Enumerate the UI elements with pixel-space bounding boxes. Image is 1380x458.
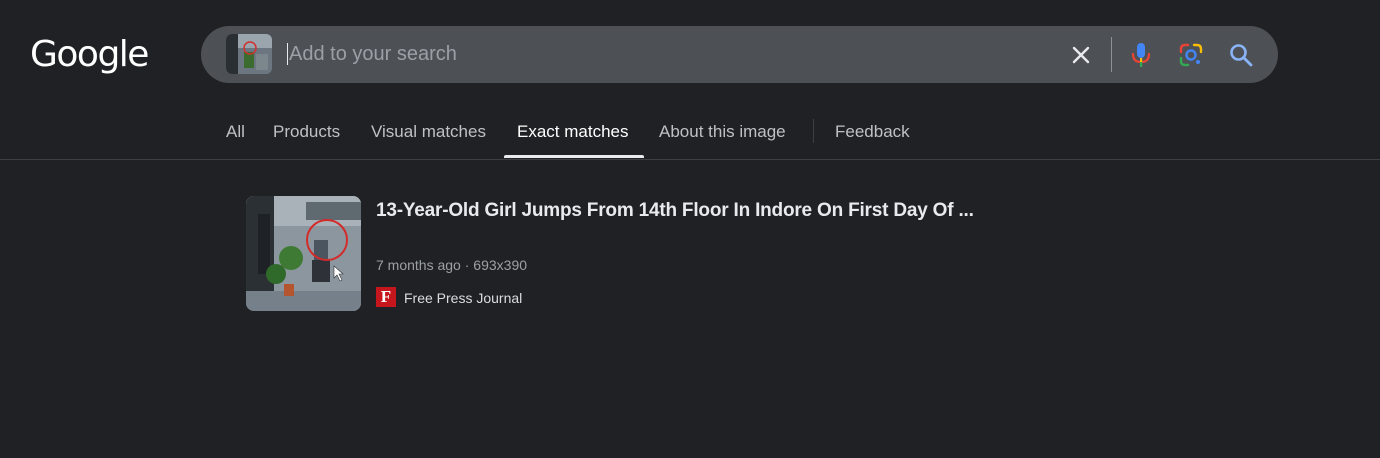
lens-icon[interactable]	[1176, 40, 1206, 70]
google-lens-results-page: Google Add to your search All Products V…	[0, 0, 1380, 458]
query-image-thumbnail[interactable]	[226, 34, 272, 74]
tab-exact-matches[interactable]: Exact matches	[517, 122, 629, 142]
feedback-link[interactable]: Feedback	[835, 122, 910, 142]
tab-all[interactable]: All	[226, 122, 245, 142]
source-name: Free Press Journal	[404, 290, 523, 306]
google-logo[interactable]: Google	[30, 32, 149, 78]
search-input[interactable]	[289, 38, 1029, 70]
tab-products[interactable]: Products	[273, 122, 340, 142]
header-divider	[0, 159, 1380, 160]
meta-separator: ·	[464, 257, 474, 273]
search-bar	[201, 26, 1278, 83]
mic-icon[interactable]	[1126, 40, 1156, 70]
result-age: 7 months ago	[376, 257, 461, 273]
results-tabs: All Products Visual matches Exact matche…	[0, 104, 1380, 160]
tabs-divider	[813, 119, 814, 143]
result-thumbnail[interactable]	[246, 196, 361, 311]
text-cursor	[287, 43, 288, 65]
result-title[interactable]: 13-Year-Old Girl Jumps From 14th Floor I…	[376, 200, 974, 222]
search-icon[interactable]	[1226, 40, 1256, 70]
result-item: 13-Year-Old Girl Jumps From 14th Floor I…	[246, 196, 1046, 316]
active-tab-indicator	[504, 155, 644, 158]
tab-visual-matches[interactable]: Visual matches	[371, 122, 486, 142]
source-favicon: F	[376, 287, 396, 307]
result-dimensions: 693x390	[473, 257, 528, 273]
search-bar-divider	[1111, 37, 1112, 72]
result-meta: 7 months ago · 693x390	[376, 257, 527, 273]
tab-about-this-image[interactable]: About this image	[659, 122, 786, 142]
close-icon[interactable]	[1066, 40, 1096, 70]
